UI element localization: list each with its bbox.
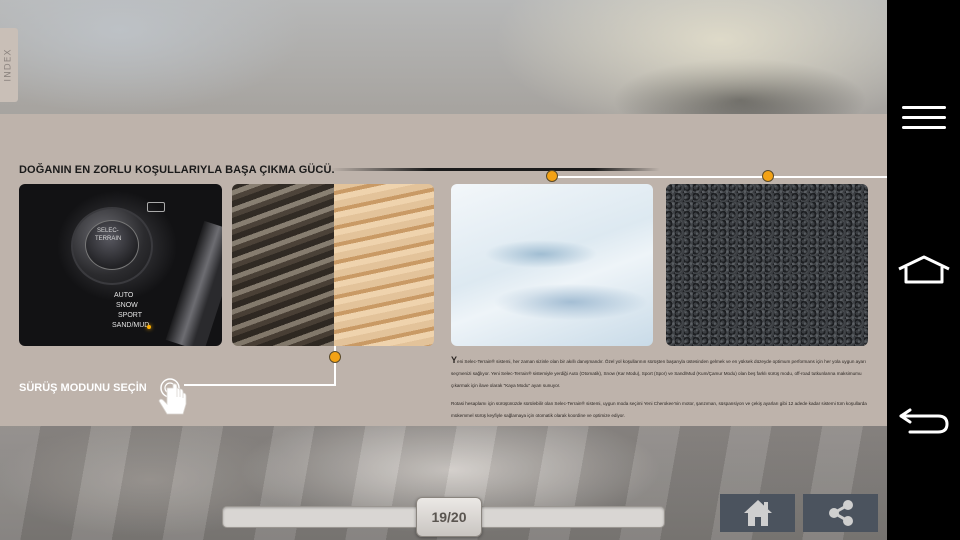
share-icon — [828, 500, 853, 526]
selec-terrain-knob-image: SELEC- TERRAIN AUTO SNOW SPORT SAND/MUD — [19, 184, 222, 346]
description-paragraph-2: Rotasi hesaplamı için sürüşünüzde sürüle… — [451, 401, 867, 418]
back-icon — [899, 408, 949, 434]
system-navigation-bar — [887, 0, 960, 540]
content-panel: DOĞANIN EN ZORLU KOŞULLARIYLA BAŞA ÇIKMA… — [0, 114, 887, 426]
index-tab[interactable]: INDEX — [0, 28, 18, 102]
sand-terrain-image — [334, 184, 434, 346]
knob-label-1: SELEC- — [97, 228, 119, 234]
back-button[interactable] — [887, 390, 960, 450]
home-button[interactable] — [720, 494, 795, 532]
connector-line-cta — [184, 384, 336, 386]
knob-mode-sand-mud: SAND/MUD — [112, 322, 150, 329]
hotspot-snow[interactable] — [546, 170, 558, 182]
knob-label-2: TERRAIN — [95, 236, 122, 242]
touch-hand-icon[interactable] — [150, 376, 190, 418]
knob-mode-auto: AUTO — [114, 292, 134, 299]
title-underline — [330, 168, 660, 171]
section-title: DOĞANIN EN ZORLU KOŞULLARIYLA BAŞA ÇIKMA… — [19, 164, 335, 176]
hotspot-sand[interactable] — [329, 351, 341, 363]
home-outline-icon — [897, 255, 950, 284]
snow-terrain-image — [451, 184, 653, 346]
knob-mode-snow: SNOW — [116, 302, 138, 309]
mud-terrain-image — [232, 184, 334, 346]
usb-port — [147, 202, 165, 212]
connector-line-top — [552, 176, 887, 178]
rock-terrain-image — [666, 184, 868, 346]
share-button[interactable] — [803, 494, 878, 532]
index-tab-label: INDEX — [4, 48, 15, 82]
selected-mode-led — [147, 325, 151, 329]
system-home-button[interactable] — [887, 240, 960, 300]
menu-button[interactable] — [887, 88, 960, 148]
menu-icon — [901, 106, 946, 129]
hotspot-rock[interactable] — [762, 170, 774, 182]
knob-mode-sport: SPORT — [118, 312, 142, 319]
console-trim — [165, 220, 222, 346]
description-text: Yeni Selec-Terrain® sistemi, her zaman s… — [451, 354, 871, 428]
description-paragraph-1: Yeni Selec-Terrain® sistemi, her zaman s… — [451, 354, 871, 392]
home-icon — [743, 500, 772, 526]
select-drive-mode-link[interactable]: SÜRÜŞ MODUNU SEÇİN — [19, 382, 147, 394]
page-slider-thumb[interactable]: 19/20 — [416, 497, 482, 537]
description-paragraph-1-text: eni Selec-Terrain® sistemi, her zaman si… — [451, 359, 866, 388]
